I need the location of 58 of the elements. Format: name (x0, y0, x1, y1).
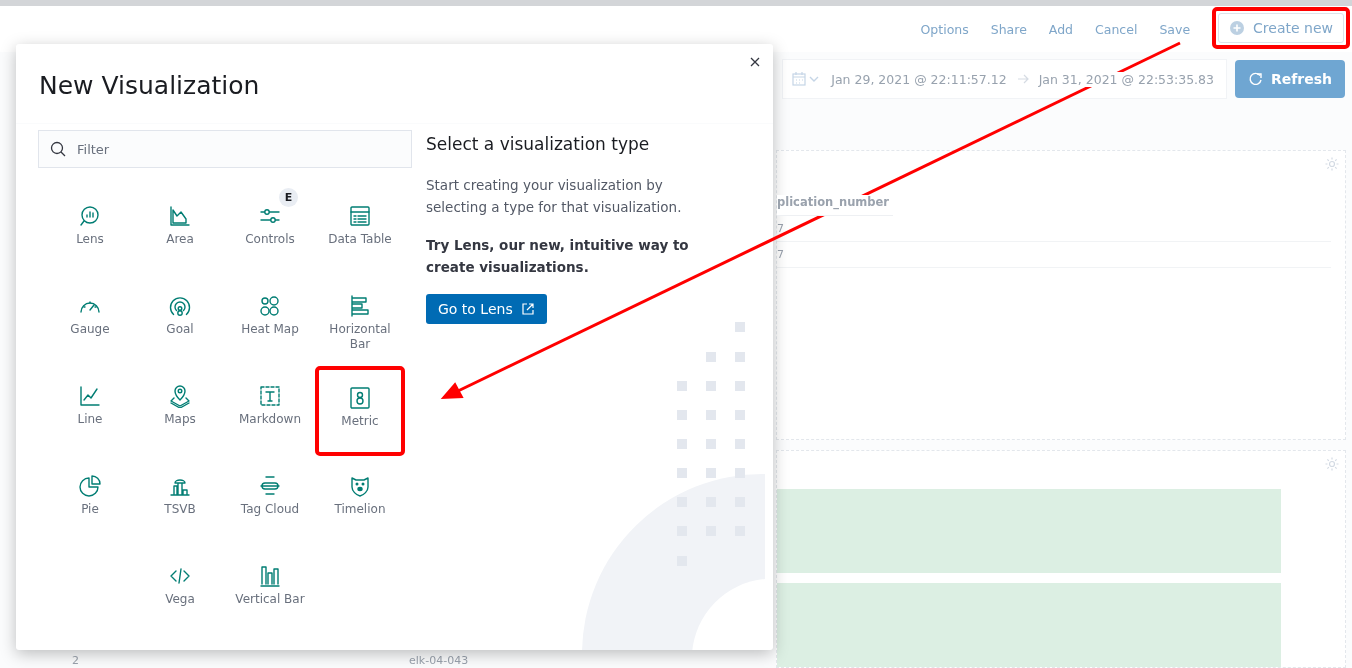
bear-face-icon (348, 474, 372, 498)
visualization-type[interactable]: Goal (135, 276, 225, 366)
goal-icon (168, 294, 192, 318)
table-cell: 7 (777, 216, 1331, 242)
visualization-type[interactable]: Metric (322, 376, 398, 448)
arrow-icon (1016, 74, 1029, 84)
go-to-lens-button[interactable]: Go to Lens (426, 294, 547, 324)
gear-icon (1324, 156, 1340, 172)
visualization-type[interactable]: TSVB (135, 456, 225, 546)
horizontal-bars-icon (348, 294, 372, 318)
close-icon (750, 57, 760, 67)
table-icon (348, 204, 372, 228)
external-link-icon (520, 302, 535, 316)
visualization-type[interactable]: Heat Map (225, 276, 315, 366)
visualization-type[interactable]: Timelion (315, 456, 405, 546)
visualization-type[interactable]: Data Table (315, 186, 405, 276)
visualization-type[interactable]: Vega (135, 546, 225, 636)
visualization-type[interactable]: Line (45, 366, 135, 456)
nav-link[interactable]: Cancel (1095, 21, 1138, 37)
area-chart-icon (168, 204, 192, 228)
section-heading: Select a visualization type (426, 134, 651, 154)
visualization-type[interactable]: Lens (45, 186, 135, 276)
lens-icon (78, 204, 102, 228)
refresh-icon (1247, 71, 1264, 87)
description-text: Start creating your visualization by selecting a type for that visualization. (426, 176, 683, 217)
filter-field[interactable]: Filter (38, 130, 412, 168)
text-frame-icon (258, 384, 282, 408)
tag-cloud-icon (258, 474, 282, 498)
visualization-type[interactable]: Tag Cloud (225, 456, 315, 546)
map-pin-icon (168, 384, 192, 408)
number-tile-icon (348, 386, 372, 410)
nav-link[interactable]: Save (1159, 21, 1191, 37)
pie-chart-icon (78, 474, 102, 498)
visualization-type[interactable]: Horizontal Bar (315, 276, 405, 366)
vertical-bars-icon (258, 564, 282, 588)
plus-icon (1229, 20, 1246, 36)
visualization-type[interactable]: E Controls (225, 186, 315, 276)
circles-icon (258, 294, 282, 318)
beta-badge: E (279, 188, 298, 207)
gear-icon (1324, 456, 1340, 472)
modal-title: New Visualization (16, 44, 773, 124)
visualization-type[interactable]: Maps (135, 366, 225, 456)
table-cell: elk-04-043 (409, 654, 469, 668)
date-picker[interactable]: Jan 29, 2021 @ 22:11:57.12 Jan 31, 2021 @ 22:53:35.83 (782, 59, 1227, 99)
visualization-type[interactable]: Gauge (45, 276, 135, 366)
create-new-button[interactable]: Create new (1218, 13, 1344, 43)
nav-link[interactable]: Add (1048, 21, 1074, 37)
table-cell: 7 (777, 242, 1331, 268)
visualization-type[interactable]: Vertical Bar (225, 546, 315, 636)
search-icon (50, 141, 66, 157)
nav-link[interactable]: Options (920, 21, 969, 37)
end-date[interactable]: Jan 31, 2021 @ 22:53:35.83 (1038, 71, 1214, 87)
line-chart-icon (78, 384, 102, 408)
visualization-type[interactable]: Area (135, 186, 225, 276)
visualization-type[interactable]: Pie (45, 456, 135, 546)
visualization-type[interactable]: Markdown (225, 366, 315, 456)
lens-promo-text: Try Lens, our new, intuitive way to create visualizations. (426, 236, 690, 277)
row-number: 2 (72, 654, 79, 668)
